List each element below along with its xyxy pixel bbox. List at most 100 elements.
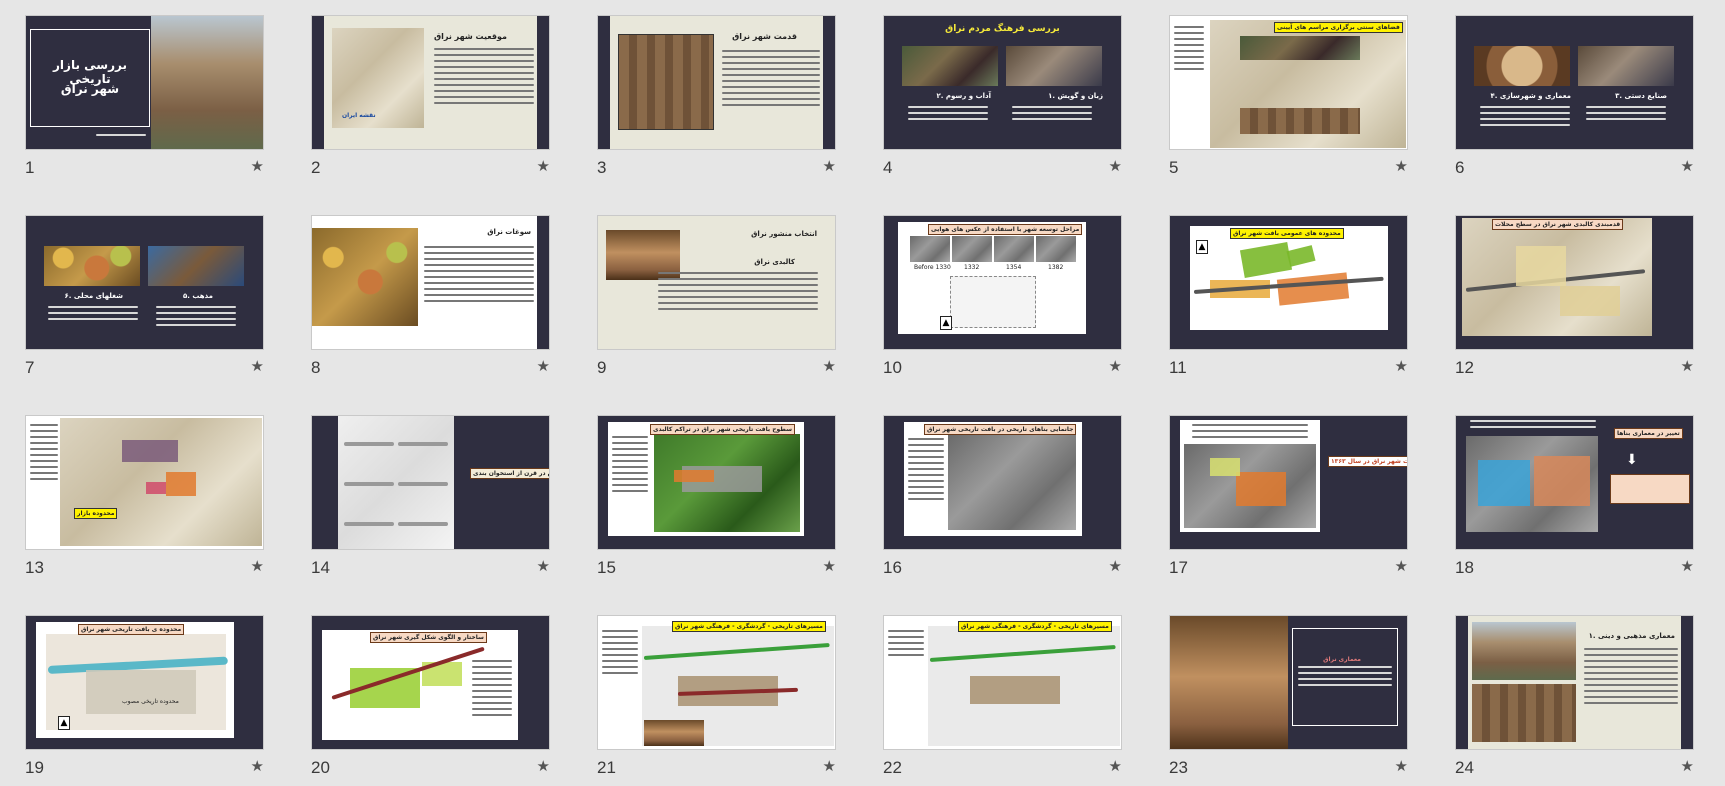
slide-22-canvas[interactable]: مسیرهای تاریخی - گردشگری - فرهنگی شهر نر… <box>883 615 1122 750</box>
slide-13-canvas[interactable]: محدوده بازار <box>25 415 264 550</box>
slide-star-icon[interactable]: ★ <box>537 757 550 775</box>
slide-thumbnail-11[interactable]: محدوده های عمومی بافت شهر نراق ▲ 11 ★ <box>1169 215 1408 390</box>
slide-number-24: 24 <box>1455 758 1474 777</box>
slide-13-label: محدوده بازار <box>74 508 118 519</box>
slide-9-canvas[interactable]: انتخاب منشور نراق کالبدی نراق <box>597 215 836 350</box>
slide-6-canvas[interactable]: ۳. صنایع دستی ۴. معماری و شهرسازی <box>1455 15 1694 150</box>
slide-4-item2: ۲. آداب و رسوم <box>936 92 991 100</box>
slide-thumbnail-23[interactable]: معماری نراق 23 ★ <box>1169 615 1408 786</box>
slide-star-icon[interactable]: ★ <box>251 157 264 175</box>
slide-1-canvas[interactable]: بررسی بازار تاریخی شهر نراق <box>25 15 264 150</box>
slide-1-title-frame: بررسی بازار تاریخی شهر نراق <box>30 29 150 127</box>
slide-star-icon[interactable]: ★ <box>251 357 264 375</box>
slide-thumbnail-18[interactable]: تغییر در معماری بناها ⬇ 18 ★ <box>1455 415 1694 590</box>
slide-thumbnail-1[interactable]: بررسی بازار تاریخی شهر نراق 1 ★ <box>25 15 264 190</box>
slide-thumbnail-14[interactable]: سیر تحول شهر نراق در قرن از استخوان بندی… <box>311 415 550 590</box>
slide-thumbnail-19[interactable]: محدوده ی بافت تاریخی شهر نراق محدوده تار… <box>25 615 264 786</box>
slide-thumbnail-4[interactable]: بررسی فرهنگ مردم نراق ۱. زبان و گویش ۲. … <box>883 15 1122 190</box>
slide-number-8: 8 <box>311 358 321 377</box>
slide-16-canvas[interactable]: جانمایی بناهای تاریخی در بافت تاریخی شهر… <box>883 415 1122 550</box>
slide-10-year-2: 1332 <box>964 264 980 271</box>
slide-star-icon[interactable]: ★ <box>1109 557 1122 575</box>
slide-16-map <box>948 434 1076 530</box>
slide-number-22: 22 <box>883 758 902 777</box>
slide-21-canvas[interactable]: مسیرهای تاریخی - گردشگری - فرهنگی شهر نر… <box>597 615 836 750</box>
slide-10-diagram <box>950 276 1036 328</box>
slide-3-canvas[interactable]: قدمت شهر نراق <box>597 15 836 150</box>
slide-number-1: 1 <box>25 158 35 177</box>
slide-19-canvas[interactable]: محدوده ی بافت تاریخی شهر نراق محدوده تار… <box>25 615 264 750</box>
slide-thumbnail-12[interactable]: قدمبندی کالبدی شهر نراق در سطح محلات 12 … <box>1455 215 1694 390</box>
slide-15-canvas[interactable]: سطوح بافت تاریخی شهر نراق در تراکم کالبد… <box>597 415 836 550</box>
slide-star-icon[interactable]: ★ <box>1109 357 1122 375</box>
slide-10-canvas[interactable]: مراحل توسعه شهر با استفاده از عکس های هو… <box>883 215 1122 350</box>
slide-thumbnail-22[interactable]: مسیرهای تاریخی - گردشگری - فرهنگی شهر نر… <box>883 615 1122 786</box>
slide-star-icon[interactable]: ★ <box>823 357 836 375</box>
slide-8-canvas[interactable]: سوغات نراق <box>311 215 550 350</box>
slide-thumbnail-21[interactable]: مسیرهای تاریخی - گردشگری - فرهنگی شهر نر… <box>597 615 836 786</box>
slide-5-photo-strip-top <box>1240 36 1360 60</box>
slide-15-title: سطوح بافت تاریخی شهر نراق در تراکم کالبد… <box>650 424 796 435</box>
slide-7-item6: ۶. شغلهای محلی <box>64 292 124 300</box>
slide-4-canvas[interactable]: بررسی فرهنگ مردم نراق ۱. زبان و گویش ۲. … <box>883 15 1122 150</box>
slide-star-icon[interactable]: ★ <box>1681 357 1694 375</box>
slide-thumbnail-20[interactable]: ساختار و الگوی شکل گیری شهر نراق 20 ★ <box>311 615 550 786</box>
slide-star-icon[interactable]: ★ <box>1395 157 1408 175</box>
slide-2-canvas[interactable]: نقشه ایران موقعیت شهر نراق <box>311 15 550 150</box>
slide-star-icon[interactable]: ★ <box>1681 757 1694 775</box>
slide-star-icon[interactable]: ★ <box>823 157 836 175</box>
slide-22-title: مسیرهای تاریخی - گردشگری - فرهنگی شهر نر… <box>958 621 1112 632</box>
slide-20-canvas[interactable]: ساختار و الگوی شکل گیری شهر نراق <box>311 615 550 750</box>
north-arrow-icon: ▲ <box>58 716 70 730</box>
slide-thumbnail-10[interactable]: مراحل توسعه شهر با استفاده از عکس های هو… <box>883 215 1122 390</box>
slide-star-icon[interactable]: ★ <box>537 157 550 175</box>
slide-23-canvas[interactable]: معماری نراق <box>1169 615 1408 750</box>
slide-20-title: ساختار و الگوی شکل گیری شهر نراق <box>370 632 487 643</box>
slide-star-icon[interactable]: ★ <box>1395 557 1408 575</box>
slide-12-canvas[interactable]: قدمبندی کالبدی شهر نراق در سطح محلات <box>1455 215 1694 350</box>
slide-thumbnail-16[interactable]: جانمایی بناهای تاریخی در بافت تاریخی شهر… <box>883 415 1122 590</box>
slide-17-canvas[interactable]: بافت شهر نراق در سال ۱۳۶۳ <box>1169 415 1408 550</box>
slide-18-canvas[interactable]: تغییر در معماری بناها ⬇ <box>1455 415 1694 550</box>
slide-10-aerial-2 <box>952 236 992 262</box>
slide-thumbnail-24[interactable]: ۱. معماری مذهبی و دینی 24 ★ <box>1455 615 1694 786</box>
slide-7-canvas[interactable]: ۵. مذهب ۶. شغلهای محلی <box>25 215 264 350</box>
slide-star-icon[interactable]: ★ <box>1109 157 1122 175</box>
slide-24-canvas[interactable]: ۱. معماری مذهبی و دینی <box>1455 615 1694 750</box>
slide-8-title: سوغات نراق <box>487 228 531 236</box>
slide-14-canvas[interactable]: سیر تحول شهر نراق در قرن از استخوان بندی <box>311 415 550 550</box>
slide-6-photo-1 <box>1474 46 1570 86</box>
slide-19-title: محدوده ی بافت تاریخی شهر نراق <box>78 624 185 635</box>
slide-21-title: مسیرهای تاریخی - گردشگری - فرهنگی شهر نر… <box>672 621 826 632</box>
slide-5-canvas[interactable]: فضاهای سنتی برگزاری مراسم های آیینی <box>1169 15 1408 150</box>
slide-thumbnail-5[interactable]: فضاهای سنتی برگزاری مراسم های آیینی 5 ★ <box>1169 15 1408 190</box>
slide-thumbnail-15[interactable]: سطوح بافت تاریخی شهر نراق در تراکم کالبد… <box>597 415 836 590</box>
slide-thumbnail-9[interactable]: انتخاب منشور نراق کالبدی نراق 9 ★ <box>597 215 836 390</box>
slide-star-icon[interactable]: ★ <box>823 557 836 575</box>
slide-number-19: 19 <box>25 758 44 777</box>
slide-star-icon[interactable]: ★ <box>1109 757 1122 775</box>
slide-thumbnail-3[interactable]: قدمت شهر نراق 3 ★ <box>597 15 836 190</box>
slide-star-icon[interactable]: ★ <box>1395 757 1408 775</box>
slide-number-9: 9 <box>597 358 607 377</box>
slide-star-icon[interactable]: ★ <box>537 357 550 375</box>
slide-star-icon[interactable]: ★ <box>1395 357 1408 375</box>
slide-thumbnail-17[interactable]: بافت شهر نراق در سال ۱۳۶۳ 17 ★ <box>1169 415 1408 590</box>
slide-10-aerial-3 <box>994 236 1034 262</box>
slide-star-icon[interactable]: ★ <box>1681 557 1694 575</box>
slide-number-14: 14 <box>311 558 330 577</box>
slide-thumbnail-7[interactable]: ۵. مذهب ۶. شغلهای محلی 7 ★ <box>25 215 264 390</box>
slide-14-title: سیر تحول شهر نراق در قرن از استخوان بندی <box>470 468 549 479</box>
slide-star-icon[interactable]: ★ <box>537 557 550 575</box>
slide-thumbnail-6[interactable]: ۳. صنایع دستی ۴. معماری و شهرسازی 6 ★ <box>1455 15 1694 190</box>
slide-thumbnail-8[interactable]: سوغات نراق 8 ★ <box>311 215 550 390</box>
slide-star-icon[interactable]: ★ <box>823 757 836 775</box>
slide-star-icon[interactable]: ★ <box>1681 157 1694 175</box>
slide-thumbnail-13[interactable]: محدوده بازار 13 ★ <box>25 415 264 590</box>
slide-star-icon[interactable]: ★ <box>251 757 264 775</box>
slide-thumbnail-2[interactable]: نقشه ایران موقعیت شهر نراق 2 ★ <box>311 15 550 190</box>
slide-star-icon[interactable]: ★ <box>251 557 264 575</box>
slide-17-title: بافت شهر نراق در سال ۱۳۶۳ <box>1328 456 1407 467</box>
arrow-down-icon: ⬇ <box>1626 452 1638 468</box>
slide-11-canvas[interactable]: محدوده های عمومی بافت شهر نراق ▲ <box>1169 215 1408 350</box>
